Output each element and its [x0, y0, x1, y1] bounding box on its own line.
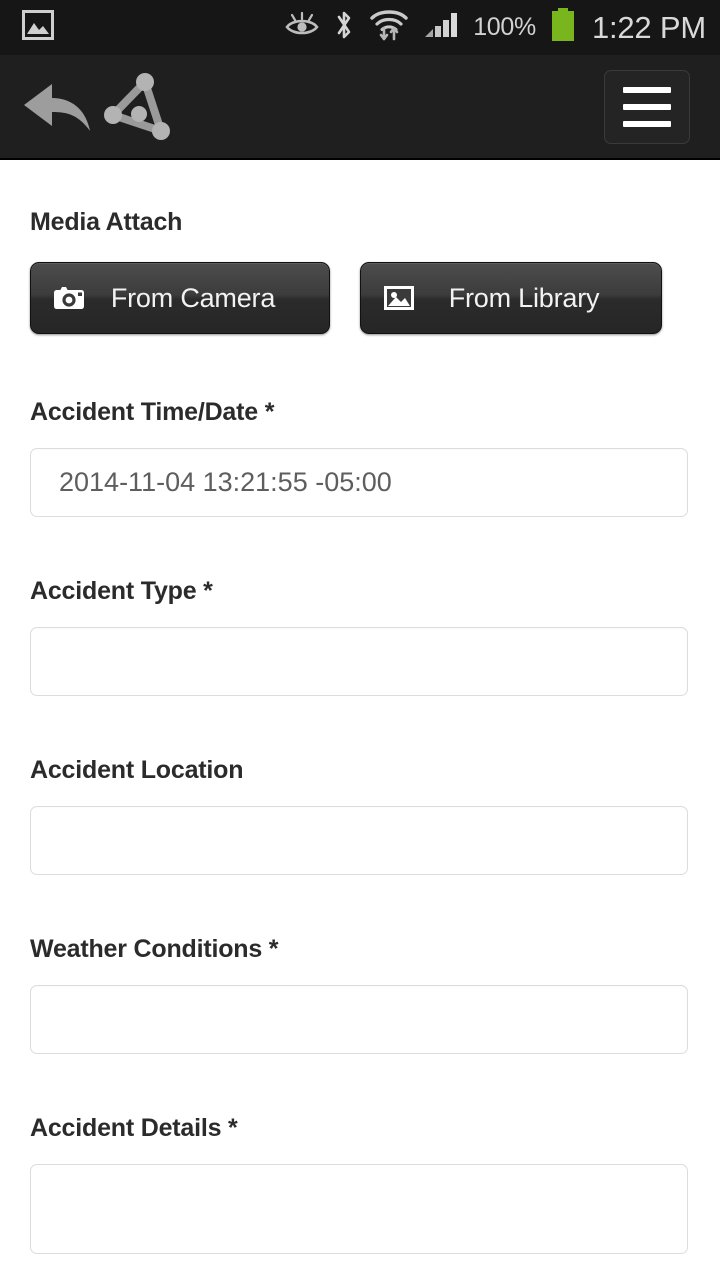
smart-stay-eye-icon	[285, 10, 319, 45]
from-camera-button[interactable]: From Camera	[30, 262, 330, 334]
weather-conditions-label: Weather Conditions *	[30, 935, 279, 963]
accident-type-label: Accident Type *	[30, 577, 213, 605]
accident-type-input[interactable]	[30, 627, 688, 696]
from-library-label: From Library	[448, 282, 600, 313]
gallery-image-icon	[22, 10, 54, 45]
status-bar-left	[22, 10, 54, 45]
battery-percentage: 100%	[473, 13, 536, 41]
media-attach-button-row: From Camera From Library	[30, 262, 690, 334]
accident-details-label: Accident Details *	[30, 1114, 238, 1142]
accident-time-date-label: Accident Time/Date *	[30, 398, 275, 426]
wifi-data-transfer-icon	[369, 8, 409, 47]
navigation-bar	[0, 55, 720, 160]
hamburger-menu-icon	[623, 86, 671, 93]
triangle-network-logo-icon[interactable]	[100, 68, 178, 146]
accident-time-date-input[interactable]	[30, 448, 688, 517]
weather-conditions-input[interactable]	[30, 985, 688, 1054]
accident-details-textarea[interactable]	[30, 1164, 688, 1254]
accident-location-label: Accident Location	[30, 756, 244, 784]
bluetooth-icon	[333, 9, 355, 46]
field-accident-time-date: Accident Time/Date *	[30, 398, 690, 517]
hamburger-menu-icon	[623, 120, 671, 127]
status-bar-clock: 1:22 PM	[591, 9, 706, 45]
field-accident-type: Accident Type *	[30, 577, 690, 696]
accident-location-input[interactable]	[30, 806, 688, 875]
photo-library-icon	[379, 283, 419, 313]
hamburger-menu-button[interactable]	[604, 69, 690, 144]
status-bar-right: 100% 1:22 PM	[285, 7, 706, 48]
field-weather-conditions: Weather Conditions *	[30, 935, 690, 1054]
status-bar: 100% 1:22 PM	[0, 0, 720, 55]
back-arrow-icon[interactable]	[18, 72, 96, 142]
accident-report-form: Media Attach From Camera From Library Ac…	[0, 160, 720, 1280]
media-attach-label: Media Attach	[30, 208, 183, 236]
battery-icon	[550, 7, 576, 48]
field-accident-details: Accident Details *	[30, 1114, 690, 1259]
field-accident-location: Accident Location	[30, 756, 690, 875]
cellular-signal-icon	[423, 10, 459, 45]
hamburger-menu-icon	[623, 103, 671, 110]
from-camera-label: From Camera	[110, 282, 276, 313]
camera-icon	[49, 284, 89, 312]
from-library-button[interactable]: From Library	[360, 262, 662, 334]
